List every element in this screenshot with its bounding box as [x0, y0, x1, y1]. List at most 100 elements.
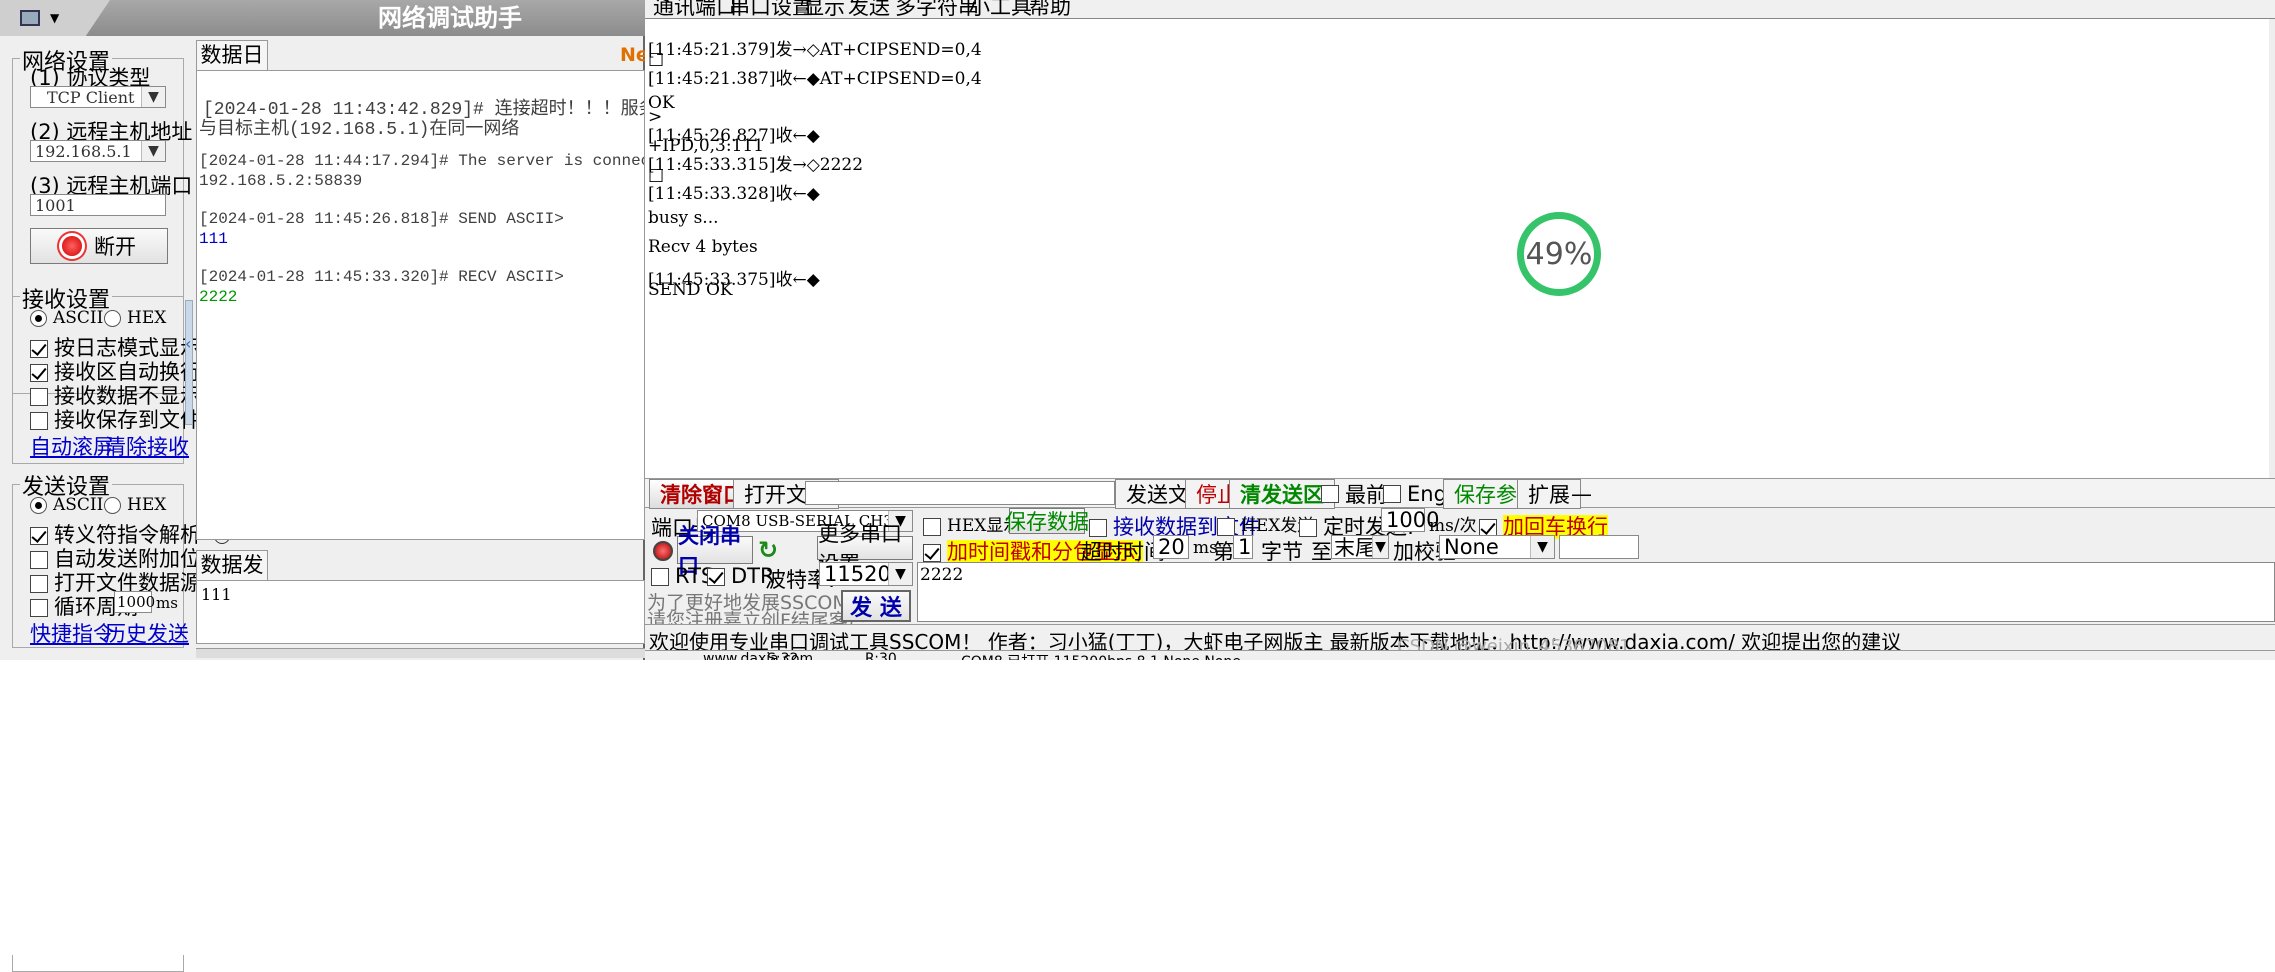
progress-text: 49%: [1525, 236, 1593, 272]
collapse-button[interactable]: —: [1561, 479, 1602, 509]
disconnect-label: 断开: [94, 235, 136, 259]
red-light-icon: [62, 236, 82, 256]
serial-line: SEND OK: [648, 279, 733, 300]
period-input[interactable]: 1000: [114, 591, 156, 613]
log-line: [2024-01-28 11:44:17.294]# The server is…: [199, 152, 644, 170]
menu-item-tools[interactable]: 小工具: [969, 0, 1032, 16]
end-select[interactable]: 末尾 ▼: [1331, 535, 1389, 560]
send-text: 111: [201, 585, 232, 604]
history-send-link[interactable]: 历史发送: [105, 618, 189, 648]
recv-hex-label: HEX: [127, 308, 167, 328]
system-menu-icon[interactable]: ▼: [0, 0, 110, 36]
log-line: 192.168.5.2:58839: [199, 172, 363, 190]
send-hex-label: HEX: [127, 495, 167, 515]
serial-line: [11:45:33.328]收←◆: [648, 184, 820, 204]
menu-item-serial-settings[interactable]: 串口设置: [729, 0, 813, 16]
disconnect-button[interactable]: 断开: [30, 228, 168, 264]
recv-hex-radio[interactable]: HEX: [104, 308, 166, 328]
log-line: [2024-01-28 11:45:33.320]# RECV ASCII>: [199, 268, 564, 286]
toolbar: 清除窗口 打开文件 发送文件 停止 清发送区 最前 English 保存参数 扩…: [645, 478, 2275, 509]
status-light-icon: [653, 541, 673, 561]
desktop-background: [0, 660, 2275, 955]
byte-input[interactable]: 1: [1233, 535, 1253, 559]
clear-recv-link[interactable]: 清除接收: [105, 431, 189, 461]
quick-cmd-link[interactable]: 快捷指令: [30, 618, 114, 648]
serial-recv-area[interactable]: [11:45:21.379]发→◇AT+CIPSEND=0,4 □ [11:45:2…: [645, 18, 2275, 478]
log-line: 与目标主机(192.168.5.1)在同一网络: [199, 120, 520, 140]
protocol-select[interactable]: TCP Client ▼: [30, 86, 166, 108]
title-bar: ▼ 网络调试助手: [0, 0, 645, 36]
checksum-select[interactable]: None ▼: [1439, 535, 1555, 559]
recv-ascii-radio[interactable]: ASCII: [30, 308, 103, 328]
send-hex-radio[interactable]: HEX: [104, 495, 166, 515]
log-area[interactable]: [2024-01-28 11:43:42.829]# 连接超时！！！服务器无法访…: [196, 70, 645, 540]
end-value: 末尾: [1334, 536, 1376, 560]
send-ascii-radio[interactable]: ASCII: [30, 495, 103, 515]
serial-line: busy s...: [648, 207, 719, 228]
status-sent: S:32: [767, 651, 799, 660]
byte-value: 1: [1238, 535, 1252, 559]
menu-bar: 通讯端口 串口设置 显示 发送 多字符串 小工具 帮助: [645, 0, 2275, 16]
more-settings-button[interactable]: 更多串口设置: [817, 522, 913, 576]
panel-splitter[interactable]: [185, 300, 193, 425]
close-port-button[interactable]: 关闭串口: [677, 524, 753, 578]
timed-interval-input[interactable]: 1000: [1381, 508, 1439, 532]
chevron-down-icon: ▼: [888, 563, 912, 585]
window-title: 网络调试助手: [378, 4, 522, 32]
send-button[interactable]: 发 送: [841, 590, 911, 622]
serial-send-text: 2222: [920, 565, 964, 585]
menu-item-port[interactable]: 通讯端口: [653, 0, 737, 16]
timeout-value: 20: [1158, 535, 1185, 559]
tab-data-send[interactable]: 数据发送: [196, 550, 268, 605]
recv-ascii-label: ASCII: [53, 308, 104, 328]
extra-input[interactable]: [1559, 535, 1639, 559]
serial-line: [11:45:21.387]收←◆AT+CIPSEND=0,4: [648, 68, 982, 89]
log-line: [2024-01-28 11:45:26.818]# SEND ASCII>: [199, 210, 564, 228]
status-port: COM8 已打开 115200bps,8,1,None,None: [961, 651, 1241, 660]
refresh-icon[interactable]: ↻: [758, 536, 778, 564]
save-data-button[interactable]: 保存数据: [1005, 508, 1089, 534]
bottom-status-bar: www.daxia.com S:32 R:30 COM8 已打开 115200b…: [645, 650, 2275, 660]
file-path-input[interactable]: [805, 481, 1115, 505]
serial-line: [11:45:33.315]发→◇2222: [648, 155, 864, 176]
control-panel: 端口号 COM8 USB-SERIAL CH340 ▼ 关闭串口 ↻ 更多串口设…: [645, 508, 915, 632]
auto-scroll-link[interactable]: 自动滚屏: [30, 431, 114, 461]
menu-item-send[interactable]: 发送: [848, 0, 890, 16]
host-select[interactable]: 192.168.5.1 ▼: [30, 140, 166, 162]
protocol-value: TCP Client: [47, 87, 135, 107]
period-unit: ms: [156, 594, 178, 612]
rts-checkbox[interactable]: RTS: [651, 564, 714, 588]
baud-select[interactable]: 115200 ▼: [819, 562, 913, 586]
chevron-down-icon: ▼: [141, 141, 165, 161]
send-button-label: 发 送: [850, 596, 902, 621]
menu-item-multi-string[interactable]: 多字符串: [895, 0, 979, 16]
collapse-arrow-icon[interactable]: ‹: [185, 334, 193, 354]
status-line-text: 欢迎使用专业串口调试工具SSCOM！ 作者：习小猛(丁丁)，大虾电子网版主 最新…: [649, 630, 1902, 650]
save-data-label: 保存数据: [1005, 510, 1089, 534]
host-value: 192.168.5.1: [35, 141, 132, 161]
bottom-strip: [196, 648, 645, 658]
collapse-label: —: [1571, 482, 1592, 506]
chevron-down-icon: ▼: [1530, 536, 1554, 558]
port-input[interactable]: 1001: [30, 194, 166, 216]
menu-item-display[interactable]: 显示: [803, 0, 845, 16]
status-recv: R:30: [865, 651, 897, 660]
port-value: 1001: [35, 195, 76, 215]
scrollbar-track[interactable]: [2269, 19, 2275, 478]
options-row-1: HEX显示 保存数据 接收数据到文件 HEX发送 定时发送: 1000 ms/次…: [917, 508, 2275, 539]
progress-badge: 49%: [1517, 212, 1601, 296]
options-row-2: 加时间戳和分包显示, 超时时间: 20 ms 第 1 字节 至 末尾 ▼ 加校验…: [917, 535, 2275, 564]
send-area[interactable]: 111: [196, 580, 645, 644]
serial-line: Recv 4 bytes: [648, 236, 758, 257]
menu-item-help[interactable]: 帮助: [1029, 0, 1071, 16]
chevron-down-icon: ▼: [141, 87, 165, 107]
period-value: 1000: [117, 593, 156, 611]
send-ascii-label: ASCII: [53, 495, 104, 515]
serial-send-area[interactable]: 2222: [917, 562, 2275, 622]
log-line: 2222: [199, 288, 238, 306]
clear-window-label: 清除窗口: [660, 483, 744, 507]
bottom-group: [12, 952, 184, 972]
timeout-input[interactable]: 20: [1153, 535, 1189, 559]
log-line: 111: [199, 230, 228, 248]
tab-data-log[interactable]: 数据日志: [196, 40, 268, 95]
